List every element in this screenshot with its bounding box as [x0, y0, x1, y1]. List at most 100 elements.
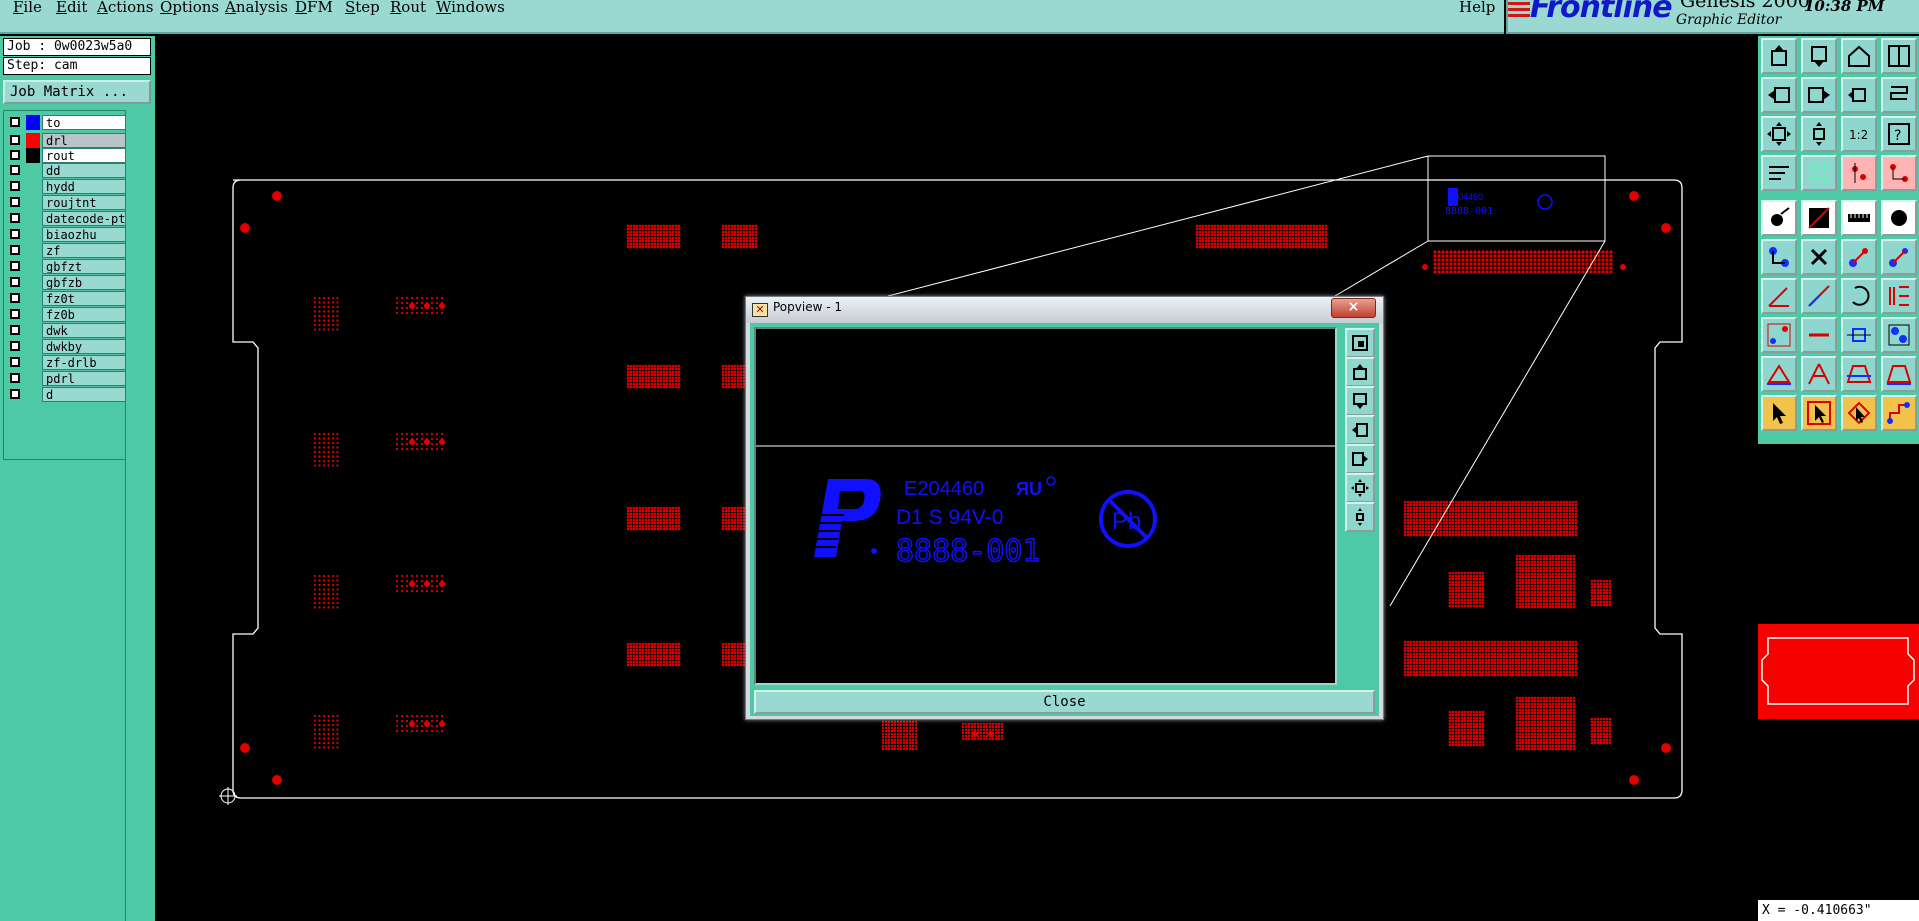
layer-name[interactable]: gbfzb — [42, 275, 128, 290]
layer-row-fz0t[interactable]: fz0t — [8, 291, 128, 306]
tool-grid-icon[interactable] — [1801, 155, 1837, 191]
tool-fit-screen-icon[interactable] — [1761, 116, 1797, 152]
popview-titlebar[interactable]: ✕ Popview - 1 × — [746, 297, 1383, 323]
layer-checkbox[interactable] — [10, 229, 20, 239]
layer-row-gbfzb[interactable]: gbfzb — [8, 275, 128, 290]
left-panel-scrollbar[interactable] — [125, 110, 153, 921]
tool-measure-icon[interactable] — [1761, 155, 1797, 191]
tool-pad-array-icon[interactable] — [1881, 317, 1917, 353]
menu-windows[interactable]: Windows — [436, 0, 505, 15]
layer-name[interactable]: biaozhu — [42, 227, 128, 242]
layer-checkbox[interactable] — [10, 341, 20, 351]
tool-scale-1-2-icon[interactable]: 1:2 — [1841, 116, 1877, 152]
layer-row-rout[interactable]: rout — [8, 148, 128, 163]
menu-step[interactable]: Step — [345, 0, 380, 15]
layer-checkbox[interactable] — [10, 261, 20, 271]
tool-ruler-icon[interactable] — [1841, 200, 1877, 236]
layer-row-biaozhu[interactable]: biaozhu — [8, 227, 128, 242]
popview-tool-zoom-in-window-icon[interactable] — [1345, 328, 1375, 358]
popview-canvas[interactable]: E204460 ЯU D1 S 94V-0 8888-001 Pb — [754, 327, 1337, 685]
tool-select-pointer-red-icon[interactable] — [1841, 395, 1877, 431]
tool-zoom-ratio-icon[interactable] — [1841, 77, 1877, 113]
popview-tool-pan-right-icon[interactable] — [1345, 444, 1375, 474]
layer-row-datecode-pto[interactable]: datecode-pto — [8, 211, 128, 226]
close-button[interactable]: Close — [754, 690, 1375, 714]
tool-line-node-icon[interactable] — [1841, 239, 1877, 275]
tool-route-icon[interactable] — [1801, 200, 1837, 236]
layer-row-dd[interactable]: dd — [8, 163, 128, 178]
tool-connect-nodes-icon[interactable] — [1761, 239, 1797, 275]
board-preview[interactable] — [1758, 624, 1919, 719]
layer-name[interactable]: fz0t — [42, 291, 128, 306]
layer-checkbox[interactable] — [10, 197, 20, 207]
tool-arc-icon[interactable] — [1841, 278, 1877, 314]
layer-name[interactable]: dd — [42, 163, 128, 178]
layer-checkbox[interactable] — [10, 135, 20, 145]
layer-checkbox[interactable] — [10, 357, 20, 367]
tool-dash-icon[interactable] — [1801, 317, 1837, 353]
layer-row-dwk[interactable]: dwk — [8, 323, 128, 338]
layer-checkbox[interactable] — [10, 245, 20, 255]
tool-triangle-a-icon[interactable] — [1801, 356, 1837, 392]
layer-name[interactable]: d — [42, 387, 128, 402]
layer-checkbox[interactable] — [10, 165, 20, 175]
popview-tool-pan-left-icon[interactable] — [1345, 415, 1375, 445]
menu-options[interactable]: Options — [160, 0, 219, 15]
layer-checkbox[interactable] — [10, 309, 20, 319]
menu-rout[interactable]: Rout — [390, 0, 426, 15]
job-matrix-button[interactable]: Job Matrix ... — [3, 80, 151, 104]
layer-name[interactable]: dwk — [42, 323, 128, 338]
layer-checkbox[interactable] — [10, 373, 20, 383]
menu-actions[interactable]: Actions — [97, 0, 153, 15]
layer-name[interactable]: zf — [42, 243, 128, 258]
tool-snap-down-icon[interactable] — [1801, 38, 1837, 74]
tool-help-question-icon[interactable] — [1881, 77, 1917, 113]
layer-name[interactable]: hydd — [42, 179, 128, 194]
tool-split-icon[interactable] — [1881, 278, 1917, 314]
tool-select-node-icon[interactable] — [1881, 395, 1917, 431]
tool-drill-pattern-icon[interactable] — [1841, 155, 1877, 191]
tool-angle-icon[interactable] — [1761, 278, 1797, 314]
layer-name[interactable]: fz0b — [42, 307, 128, 322]
tool-zoom-fit-icon[interactable] — [1801, 116, 1837, 152]
layer-name[interactable]: zf-drlb — [42, 355, 128, 370]
layer-checkbox[interactable] — [10, 181, 20, 191]
tool-pad-add-icon[interactable] — [1761, 200, 1797, 236]
layer-name[interactable]: dwkby — [42, 339, 128, 354]
layer-row-zf[interactable]: zf — [8, 243, 128, 258]
tool-slash-line-icon[interactable] — [1801, 278, 1837, 314]
layer-name[interactable]: datecode-pto — [42, 211, 128, 226]
menu-help[interactable]: Help — [1459, 0, 1495, 15]
layer-row-zf-drlb[interactable]: zf-drlb — [8, 355, 128, 370]
layer-name[interactable]: pdrl — [42, 371, 128, 386]
layer-checkbox[interactable] — [10, 117, 20, 127]
tool-triangle-icon[interactable] — [1761, 356, 1797, 392]
tool-home-icon[interactable] — [1841, 38, 1877, 74]
tool-trapezoid-alt-icon[interactable] — [1881, 356, 1917, 392]
layer-name[interactable]: to — [42, 115, 128, 130]
layer-row-to[interactable]: to — [8, 115, 128, 130]
tool-left-arrow-box-icon[interactable] — [1761, 77, 1797, 113]
layer-row-dwkby[interactable]: dwkby — [8, 339, 128, 354]
popview-tool-fit-all-icon[interactable] — [1345, 473, 1375, 503]
layer-checkbox[interactable] — [10, 213, 20, 223]
tool-line-node-alt-icon[interactable] — [1881, 239, 1917, 275]
tool-snap-point-icon[interactable] — [1761, 317, 1797, 353]
menu-file[interactable]: File — [13, 0, 42, 15]
tool-circle-pad-icon[interactable] — [1881, 200, 1917, 236]
tool-netlist-icon[interactable] — [1881, 155, 1917, 191]
layer-name[interactable]: gbfzt — [42, 259, 128, 274]
layer-name[interactable]: roujtnt — [42, 195, 128, 210]
tool-query-icon[interactable]: ? — [1881, 116, 1917, 152]
tool-right-arrow-box-icon[interactable] — [1801, 77, 1837, 113]
layer-checkbox[interactable] — [10, 293, 20, 303]
popview-tool-zoom-center-icon[interactable] — [1345, 502, 1375, 532]
menu-analysis[interactable]: Analysis — [225, 0, 288, 15]
layer-row-gbfzt[interactable]: gbfzt — [8, 259, 128, 274]
layer-checkbox[interactable] — [10, 325, 20, 335]
layer-row-hydd[interactable]: hydd — [8, 179, 128, 194]
tool-delete-x-icon[interactable] — [1801, 239, 1837, 275]
menu-edit[interactable]: Edit — [56, 0, 87, 15]
layer-row-pdrl[interactable]: pdrl — [8, 371, 128, 386]
layer-checkbox[interactable] — [10, 150, 20, 160]
